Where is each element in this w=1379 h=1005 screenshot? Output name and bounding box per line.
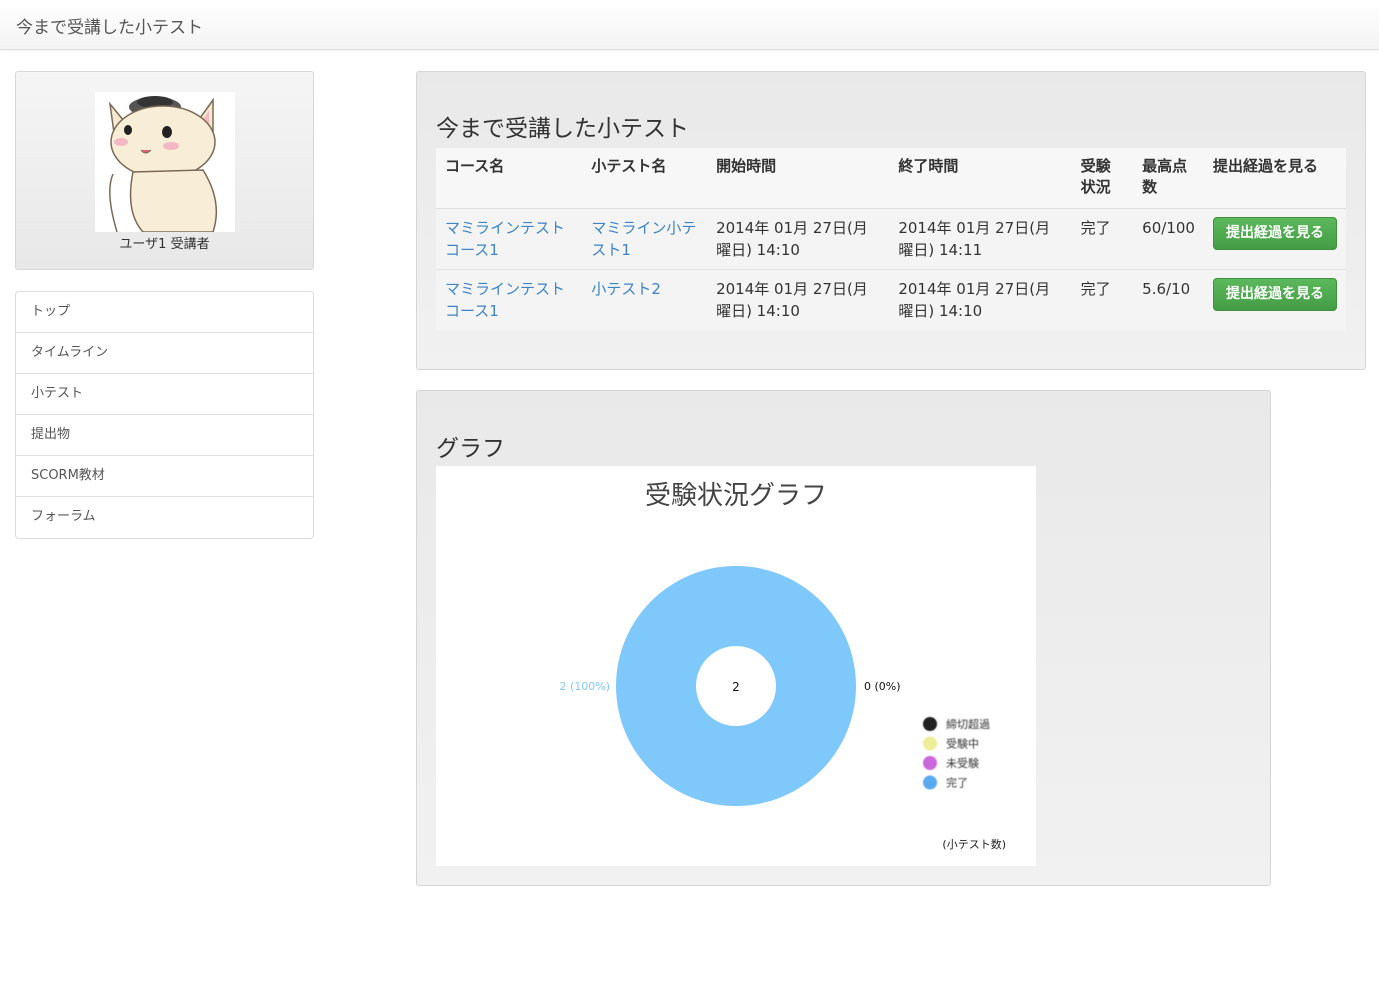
status-text: 完了 bbox=[1071, 268, 1134, 330]
sidebar-nav: トップ タイムライン 小テスト 提出物 SCORM教材 フォーラム bbox=[15, 291, 314, 539]
legend-label-0: 締切超過 bbox=[946, 717, 990, 731]
tests-table: コース名 小テスト名 開始時間 終了時間 受験状況 最高点数 提出経過を見る マ… bbox=[436, 148, 1346, 330]
profile-card: ユーザ1 受講者 bbox=[15, 71, 314, 270]
header-end: 終了時間 bbox=[889, 148, 1072, 208]
end-time: 2014年 01月 27日(月曜日) 14:10 bbox=[889, 268, 1072, 330]
table-header-row: コース名 小テスト名 開始時間 終了時間 受験状況 最高点数 提出経過を見る bbox=[436, 148, 1346, 208]
legend-swatch-2 bbox=[923, 756, 937, 770]
tests-panel-title: 今まで受講した小テスト bbox=[436, 116, 689, 142]
tests-panel: 今まで受講した小テスト コース名 小テスト名 開始時間 終了時間 受験状況 最高… bbox=[416, 71, 1366, 370]
top-navbar: 今まで受講した小テスト bbox=[0, 0, 1379, 50]
user-avatar bbox=[95, 92, 235, 232]
sidebar-item-forum[interactable]: フォーラム bbox=[16, 497, 313, 538]
legend-label-3: 完了 bbox=[946, 776, 968, 790]
end-time: 2014年 01月 27日(月曜日) 14:11 bbox=[889, 207, 1072, 269]
graph-panel-title: グラフ bbox=[436, 436, 505, 462]
table-row: マミラインテストコース1 マミライン小テスト1 2014年 01月 27日(月曜… bbox=[436, 207, 1346, 269]
legend-swatch-1 bbox=[923, 736, 937, 751]
sidebar-item-scorm[interactable]: SCORM教材 bbox=[16, 456, 313, 497]
legend-swatch-0 bbox=[923, 717, 937, 731]
sidebar-item-top[interactable]: トップ bbox=[16, 292, 313, 333]
chart-title: 受験状況グラフ bbox=[645, 481, 827, 511]
header-status: 受験状況 bbox=[1071, 148, 1134, 208]
start-time: 2014年 01月 27日(月曜日) 14:10 bbox=[707, 207, 890, 269]
cat-avatar-image bbox=[108, 96, 218, 232]
sidebar-item-timeline[interactable]: タイムライン bbox=[16, 333, 313, 374]
score-text: 60/100 bbox=[1133, 207, 1204, 269]
view-progress-button[interactable]: 提出経過を見る bbox=[1212, 277, 1337, 311]
donut-center-label: 2 bbox=[732, 680, 740, 694]
chart-container: 受験状況グラフ 2 2 (100%) 0 (0%) 締切超過受験中未受験完了 (小テ… bbox=[436, 466, 1036, 866]
course-link[interactable]: マミラインテストコース1 bbox=[445, 280, 565, 320]
header-action: 提出経過を見る bbox=[1203, 148, 1346, 208]
legend-label-1: 受験中 bbox=[946, 737, 979, 751]
status-donut-chart: 受験状況グラフ 2 2 (100%) 0 (0%) 締切超過受験中未受験完了 (小テ… bbox=[559, 481, 1006, 851]
header-quiz: 小テスト名 bbox=[582, 148, 708, 208]
chart-unit-label: (小テスト数) bbox=[942, 838, 1006, 851]
table-row: マミラインテストコース1 小テスト2 2014年 01月 27日(月曜日) 14… bbox=[436, 268, 1346, 330]
navbar-title[interactable]: 今まで受講した小テスト bbox=[16, 13, 203, 38]
header-course: コース名 bbox=[436, 148, 583, 208]
view-progress-button[interactable]: 提出経過を見る bbox=[1212, 216, 1337, 250]
header-score: 最高点数 bbox=[1133, 148, 1204, 208]
sidebar-item-submissions[interactable]: 提出物 bbox=[16, 415, 313, 456]
legend-swatch-3 bbox=[923, 775, 937, 790]
quiz-link[interactable]: 小テスト2 bbox=[591, 280, 661, 298]
user-name: ユーザ1 受講者 bbox=[119, 237, 210, 252]
course-link[interactable]: マミラインテストコース1 bbox=[445, 219, 565, 259]
graph-panel: グラフ 受験状況グラフ 2 2 (100%) 0 (0%) 締切超過受験中未受験完了… bbox=[416, 390, 1271, 886]
slice-label-other: 0 (0%) bbox=[864, 680, 901, 693]
start-time: 2014年 01月 27日(月曜日) 14:10 bbox=[707, 268, 890, 330]
slice-label-complete: 2 (100%) bbox=[559, 680, 610, 693]
status-text: 完了 bbox=[1071, 207, 1134, 269]
sidebar-item-quiz[interactable]: 小テスト bbox=[16, 374, 313, 415]
legend-label-2: 未受験 bbox=[946, 756, 979, 770]
header-start: 開始時間 bbox=[707, 148, 890, 208]
quiz-link[interactable]: マミライン小テスト1 bbox=[591, 219, 696, 259]
score-text: 5.6/10 bbox=[1133, 268, 1204, 330]
